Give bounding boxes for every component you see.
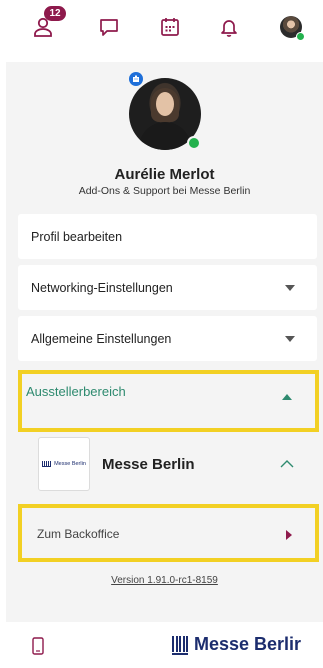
caret-down-icon bbox=[285, 284, 295, 291]
messe-berlin-brand-logo: Messe Berlir bbox=[172, 634, 301, 655]
general-settings-item[interactable]: Allgemeine Einstellungen bbox=[18, 316, 317, 361]
calendar-button[interactable] bbox=[155, 12, 185, 42]
caret-right-icon[interactable] bbox=[286, 530, 292, 540]
exhibitor-name: Messe Berlin bbox=[102, 456, 195, 473]
account-button[interactable] bbox=[276, 12, 306, 42]
online-status-dot bbox=[187, 136, 201, 150]
edit-profile-label: Profil bearbeiten bbox=[31, 229, 123, 244]
version-link[interactable]: Version 1.91.0-rc1-8159 bbox=[6, 575, 323, 586]
bell-icon bbox=[221, 20, 237, 37]
notifications-badge: 12 bbox=[44, 6, 66, 21]
profile-role: Add-Ons & Support bei Messe Berlin bbox=[78, 185, 251, 197]
caret-down-icon bbox=[285, 335, 295, 342]
profile-name: Aurélie Merlot bbox=[114, 166, 215, 183]
exhibitor-area-highlight bbox=[18, 370, 319, 432]
bottom-bar: Messe Berlir bbox=[0, 622, 323, 668]
top-navigation-bar: 12 bbox=[0, 0, 323, 62]
backoffice-link[interactable]: Zum Backoffice bbox=[37, 527, 119, 541]
caret-up-icon[interactable] bbox=[282, 394, 292, 400]
exhibitor-logo-text: Messe Berlin bbox=[54, 461, 86, 467]
exhibitor-logo: Messe Berlin bbox=[38, 437, 90, 491]
messe-berlin-logo-icon bbox=[42, 461, 52, 467]
brand-text: Messe Berlir bbox=[194, 634, 302, 654]
notifications-button[interactable] bbox=[214, 12, 244, 42]
networking-settings-label: Networking-Einstellungen bbox=[31, 280, 173, 295]
edit-profile-item[interactable]: Profil bearbeiten bbox=[18, 214, 317, 259]
chat-button[interactable] bbox=[94, 12, 124, 42]
profile-button[interactable]: 12 bbox=[28, 6, 66, 42]
exhibitor-badge-icon bbox=[129, 72, 143, 86]
mobile-device-icon[interactable] bbox=[32, 637, 44, 655]
avatar bbox=[280, 16, 305, 41]
networking-settings-item[interactable]: Networking-Einstellungen bbox=[18, 265, 317, 310]
brand-bars-icon bbox=[172, 635, 188, 655]
profile-panel: Aurélie Merlot Add-Ons & Support bei Mes… bbox=[6, 62, 323, 622]
chevron-up-icon[interactable] bbox=[280, 460, 294, 468]
online-status-dot bbox=[296, 32, 305, 41]
chat-icon bbox=[100, 19, 118, 36]
calendar-icon bbox=[161, 18, 179, 36]
general-settings-label: Allgemeine Einstellungen bbox=[31, 331, 172, 346]
exhibitor-area-title[interactable]: Ausstellerbereich bbox=[26, 384, 126, 399]
